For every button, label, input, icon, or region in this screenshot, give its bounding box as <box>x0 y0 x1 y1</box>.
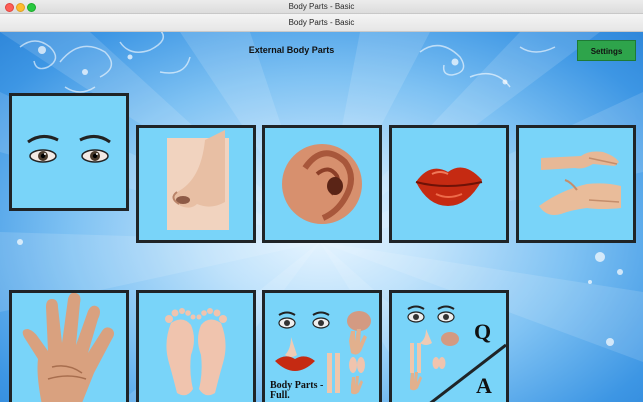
settings-button[interactable]: Settings <box>577 40 636 61</box>
tile-quiz[interactable]: Q A <box>389 290 509 402</box>
app-window: Body Parts - Basic Body Parts - Basic Ex… <box>0 0 643 402</box>
tile-feet[interactable] <box>136 290 256 402</box>
hands-icon <box>539 151 621 215</box>
tile-hands[interactable] <box>516 125 636 243</box>
ear-icon <box>282 144 362 224</box>
quiz-question-label: Q <box>474 319 492 344</box>
title-bar: Body Parts - Basic <box>0 0 643 14</box>
eyes-icon <box>27 135 111 163</box>
nose-icon <box>167 130 229 230</box>
label-line-2: Full. <box>270 390 290 401</box>
tile-nose[interactable] <box>136 125 256 243</box>
main-content: External Body Parts Settings Body Parts … <box>0 32 643 402</box>
tile-palm[interactable] <box>9 290 129 402</box>
toolbar-title: Body Parts - Basic <box>288 18 355 27</box>
window-title: Body Parts - Basic <box>288 2 355 11</box>
tile-lips[interactable] <box>389 125 509 243</box>
body-parts-full-label: Body Parts - Full. <box>270 381 323 401</box>
tile-eyes[interactable] <box>9 93 129 211</box>
toolbar: Body Parts - Basic <box>0 14 643 32</box>
palm-icon <box>22 293 114 402</box>
tile-body-parts-full[interactable]: Body Parts - Full. <box>262 290 382 402</box>
page-heading: External Body Parts <box>248 45 335 55</box>
lips-icon <box>415 167 483 206</box>
feet-icon <box>165 308 227 396</box>
tile-ear[interactable] <box>262 125 382 243</box>
quiz-answer-label: A <box>476 373 492 398</box>
